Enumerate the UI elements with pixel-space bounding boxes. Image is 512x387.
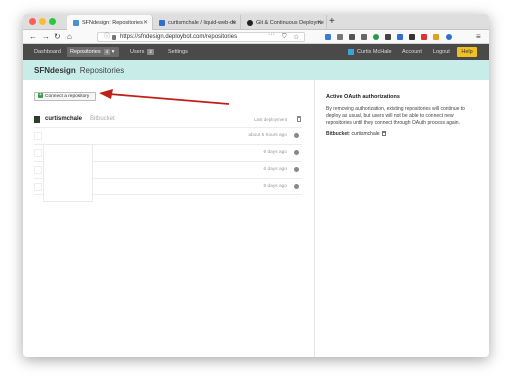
tab-bar: SFNdesign: Repositories ✕ curtismchale /… [23,14,489,30]
nav-repositories[interactable]: Repositories 4 ▾ [67,47,119,57]
info-icon[interactable]: ⓘ [104,33,110,42]
browser-window: SFNdesign: Repositories ✕ curtismchale /… [23,14,489,357]
nav-users[interactable]: Users 2 [130,44,154,60]
nav-logout[interactable]: Logout [433,44,450,60]
maximize-window-button[interactable] [49,18,56,25]
page-banner: SFNdesign Repositories [23,60,489,80]
oauth-panel-title: Active OAuth authorizations [326,94,400,100]
connect-repository-button[interactable]: + Connect a repository [34,92,96,101]
menu-hamburger-icon[interactable]: ≡ [476,31,481,43]
section-name: Repositories [79,66,125,75]
site-navigation: Dashboard Repositories 4 ▾ Users 2 Setting… [23,44,489,60]
last-deployment-time: 6 days ago [263,184,287,189]
browser-tab[interactable]: Git & Continuous Deployment… ✕ [241,15,327,30]
extension-green-icon[interactable] [373,34,379,40]
extension-dark-icon[interactable] [409,34,415,40]
oauth-panel: Active OAuth authorizations By removing … [326,94,476,138]
blank-placeholder-panel [43,144,93,202]
trash-icon[interactable] [297,116,301,122]
extension-icon[interactable] [385,34,391,40]
nav-account[interactable]: Account [402,44,422,60]
trash-icon[interactable] [381,131,386,137]
repository-source: Bitbucket [90,116,115,122]
last-deployment-time: about 5 hours ago [248,133,287,138]
home-icon[interactable]: ⌂ [67,31,72,43]
annotation-arrow [99,89,230,105]
browser-toolbar: ← → ↻ ⌂ ⓘ https://sfndesign.deploybot.co… [23,30,489,44]
address-bar[interactable]: ⓘ https://sfndesign.deploybot.com/reposi… [97,31,305,42]
browser-tab-active[interactable]: SFNdesign: Repositories ✕ [67,15,153,30]
user-name: Curtis McHale [357,49,392,55]
tab-title: Git & Continuous Deployment… [256,19,324,26]
chevron-down-icon: ▾ [111,49,115,55]
sidebar-icon[interactable] [349,34,355,40]
repository-row-checkbox [34,166,42,174]
last-deployment-time: 6 days ago [263,167,287,172]
users-count-badge: 2 [147,49,154,55]
last-deployment-time: 6 days ago [263,150,287,155]
close-tab-icon[interactable]: ✕ [143,19,148,26]
oauth-provider-row: Bitbucket: curtismchale [326,131,476,138]
oauth-panel-description: By removing authorization, existing repo… [326,106,465,126]
page-actions-icon[interactable]: ··· [268,31,275,38]
download-icon[interactable] [325,34,331,40]
tab-favicon-icon [247,19,253,26]
gear-icon[interactable] [294,133,299,138]
close-tab-icon[interactable]: ✕ [231,19,236,26]
gear-icon[interactable] [294,150,299,155]
connect-repository-label: Connect a repository [45,94,90,99]
tab-title: SFNdesign: Repositories [82,19,143,26]
extension-blue-icon[interactable] [397,34,403,40]
bitbucket-favicon-icon [159,19,165,26]
reader-icon[interactable] [361,34,367,40]
extension-orange-icon[interactable] [433,34,439,40]
minimize-window-button[interactable] [39,18,46,25]
back-arrow-icon[interactable]: ← [29,31,37,43]
avatar [348,48,354,55]
account-icon[interactable] [446,34,452,40]
close-window-button[interactable] [29,18,36,25]
nav-repositories-label: Repositories [70,49,101,55]
list-item[interactable]: about 5 hours ago [34,127,302,144]
column-divider [314,80,315,357]
last-deployment-label: Last deployment [254,117,288,122]
repository-avatar [34,116,40,123]
plus-icon: + [38,92,43,99]
repository-row-checkbox [34,149,42,157]
tab-title: curtismchale / liquid-web-deplo… [168,19,236,26]
oauth-provider-user: : curtismchale [348,131,380,137]
bookmark-star-icon[interactable]: ☆ [293,33,299,42]
repository-row-checkbox [34,132,42,140]
nav-users-label: Users [130,49,145,55]
deploybot-favicon-icon [73,19,79,26]
new-tab-button[interactable]: + [329,15,335,29]
reload-icon[interactable]: ↻ [54,31,61,43]
repositories-count-badge: 4 [103,49,111,55]
repository-header: curtismchale Bitbucket Last deployment [34,115,302,125]
library-icon[interactable] [337,34,343,40]
gear-icon[interactable] [294,167,299,172]
page-title: SFNdesign Repositories [34,66,124,75]
gear-icon[interactable] [294,184,299,189]
nav-dashboard[interactable]: Dashboard [34,44,61,60]
nav-settings[interactable]: Settings [168,44,188,60]
repository-row-checkbox [34,183,42,191]
pocket-icon[interactable]: ⛉ [282,33,287,42]
lock-icon [112,35,116,40]
url-text: https://sfndesign.deploybot.com/reposito… [120,34,238,40]
close-tab-icon[interactable]: ✕ [317,19,322,26]
browser-tab[interactable]: curtismchale / liquid-web-deplo… ✕ [153,15,241,30]
extension-red-icon[interactable] [421,34,427,40]
help-button[interactable]: Help [457,47,477,57]
project-name: SFNdesign [34,66,76,75]
user-menu[interactable]: Curtis McHale [348,47,392,57]
forward-arrow-icon[interactable]: → [42,31,50,43]
oauth-provider-label: Bitbucket [326,131,349,137]
repository-name[interactable]: curtismchale [45,115,82,124]
